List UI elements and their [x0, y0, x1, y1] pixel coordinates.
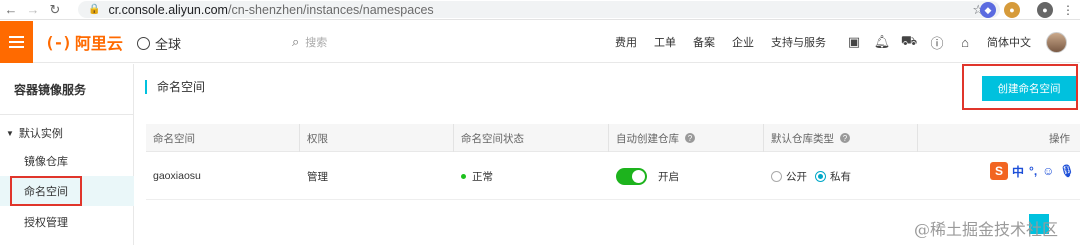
url-host: cr.console.aliyun.com — [108, 2, 228, 17]
radio-public-label: 公开 — [786, 170, 807, 183]
ime-toolbar[interactable]: S 中 °, ☺ 🎙︎ — [990, 161, 1080, 181]
column-header-status: 命名空间状态 — [454, 124, 609, 152]
cell-permission: 管理 — [307, 170, 328, 183]
table-header: 命名空间 权限 命名空间状态 自动创建仓库? 默认仓库类型? 操作 — [146, 124, 1080, 152]
help-icon[interactable]: ⓘ — [929, 34, 945, 51]
cell-status: 正常 — [454, 152, 493, 200]
lock-icon: 🔒 — [88, 4, 101, 15]
ime-mic-icon[interactable]: 🎙︎ — [1059, 164, 1074, 178]
cell-repo-type: 公开 私有 — [764, 152, 851, 200]
search-placeholder: 搜索 — [305, 37, 328, 49]
sidebar-item-namespaces[interactable]: 命名空间 — [0, 176, 134, 206]
nav-support[interactable]: 支持与服务 — [771, 34, 826, 50]
column-header-repo-type: 默认仓库类型? — [764, 124, 918, 152]
hamburger-menu-icon[interactable] — [0, 21, 33, 63]
region-label: 全球 — [155, 37, 182, 52]
toggle-label: 开启 — [658, 170, 679, 183]
sidebar-item-repositories[interactable]: 镜像仓库 — [0, 146, 134, 176]
radio-public[interactable] — [771, 170, 782, 182]
notification-bell-icon[interactable]: 🔔︎ — [874, 34, 891, 50]
extension-shield-icon[interactable]: ◆ — [980, 2, 996, 18]
back-icon[interactable]: ← — [0, 0, 22, 20]
nav-enterprise[interactable]: 企业 — [732, 34, 754, 50]
radio-private-label: 私有 — [830, 170, 851, 183]
sidebar: 容器镜像服务 ▼ 默认实例 镜像仓库 命名空间 授权管理 — [0, 64, 134, 245]
sidebar-title: 容器镜像服务 — [14, 83, 87, 97]
ime-language-label: 中 — [1012, 164, 1025, 179]
caret-down-icon: ▼ — [6, 128, 14, 138]
page-title: 命名空间 — [145, 80, 205, 94]
ime-emoji-icon[interactable]: ☺ — [1042, 164, 1054, 178]
status-dot — [461, 173, 466, 179]
radio-private[interactable] — [815, 170, 826, 182]
url-path: /cn-shenzhen/instances/namespaces — [227, 2, 434, 17]
logo-name: 阿里云 — [74, 36, 123, 53]
sidebar-divider — [0, 114, 134, 115]
ime-punctuation-icon[interactable]: °, — [1029, 164, 1037, 178]
globe-icon — [137, 37, 150, 50]
aliyun-logo[interactable]: (-) 阿里云 — [45, 32, 123, 54]
watermark: @稀土掘金技术社区 — [914, 220, 1059, 239]
cell-auto-create: 开启 — [609, 152, 679, 200]
region-selector[interactable]: 全球 — [137, 34, 181, 53]
nav-fees[interactable]: 费用 — [615, 34, 637, 50]
sidebar-group-default-instance[interactable]: ▼ 默认实例 — [6, 125, 63, 141]
extension-cookie-icon[interactable]: ● — [1004, 2, 1020, 18]
search-icon: ⌕ — [292, 34, 300, 49]
column-header-permission: 权限 — [300, 124, 454, 152]
console-topbar: (-) 阿里云 全球 ⌕ 搜索 费用 工单 备案 企业 支持与服务 ▣ 🔔︎ ⛟… — [0, 21, 1080, 63]
browser-toolbar: ← → ↻ 🔒 cr.console.aliyun.com/cn-shenzhe… — [0, 0, 1080, 20]
browser-menu-icon[interactable]: ⋮ — [1060, 2, 1076, 18]
profile-icon[interactable]: ● — [1037, 2, 1053, 18]
create-namespace-button[interactable]: 创建命名空间 — [982, 76, 1076, 101]
sidebar-item-label: 镜像仓库 — [24, 156, 68, 168]
nav-icp[interactable]: 备案 — [693, 34, 715, 50]
sidebar-item-authorization[interactable]: 授权管理 — [0, 207, 134, 237]
highlight-box: 创建命名空间 — [962, 64, 1078, 110]
forward-icon[interactable]: → — [22, 0, 44, 20]
language-switch[interactable]: 简体中文 — [987, 34, 1031, 50]
sidebar-item-label: 授权管理 — [24, 217, 68, 229]
address-bar[interactable]: 🔒 cr.console.aliyun.com/cn-shenzhen/inst… — [78, 1, 1000, 18]
user-avatar[interactable] — [1046, 31, 1067, 53]
cell-namespace-name: gaoxiaosu — [153, 170, 201, 182]
nav-tickets[interactable]: 工单 — [654, 34, 676, 50]
help-icon[interactable]: ? — [685, 133, 695, 143]
column-header-actions: 操作 — [1049, 132, 1070, 145]
cart-icon[interactable]: ⛟ — [901, 33, 917, 50]
reload-icon[interactable]: ↻ — [44, 0, 66, 20]
auto-create-toggle[interactable] — [616, 167, 647, 185]
sogou-ime-icon: S — [990, 162, 1008, 180]
column-header-name: 命名空间 — [146, 124, 300, 152]
search-input[interactable]: ⌕ 搜索 — [292, 34, 327, 50]
sidebar-item-label: 命名空间 — [10, 176, 82, 206]
help-icon[interactable]: ? — [840, 133, 850, 143]
logo-mark: (-) — [45, 32, 72, 52]
table-row: gaoxiaosu 管理 正常 开启 公开 私有 — [146, 152, 1080, 200]
cloud-shell-icon[interactable]: ▣ — [846, 34, 862, 50]
top-nav: 费用 工单 备案 企业 支持与服务 ▣ 🔔︎ ⛟ ⓘ ⌂ 简体中文 — [615, 21, 1080, 63]
column-header-auto-create: 自动创建仓库? — [609, 124, 764, 152]
sidebar-group-label: 默认实例 — [18, 128, 63, 140]
home-icon[interactable]: ⌂ — [957, 34, 973, 50]
